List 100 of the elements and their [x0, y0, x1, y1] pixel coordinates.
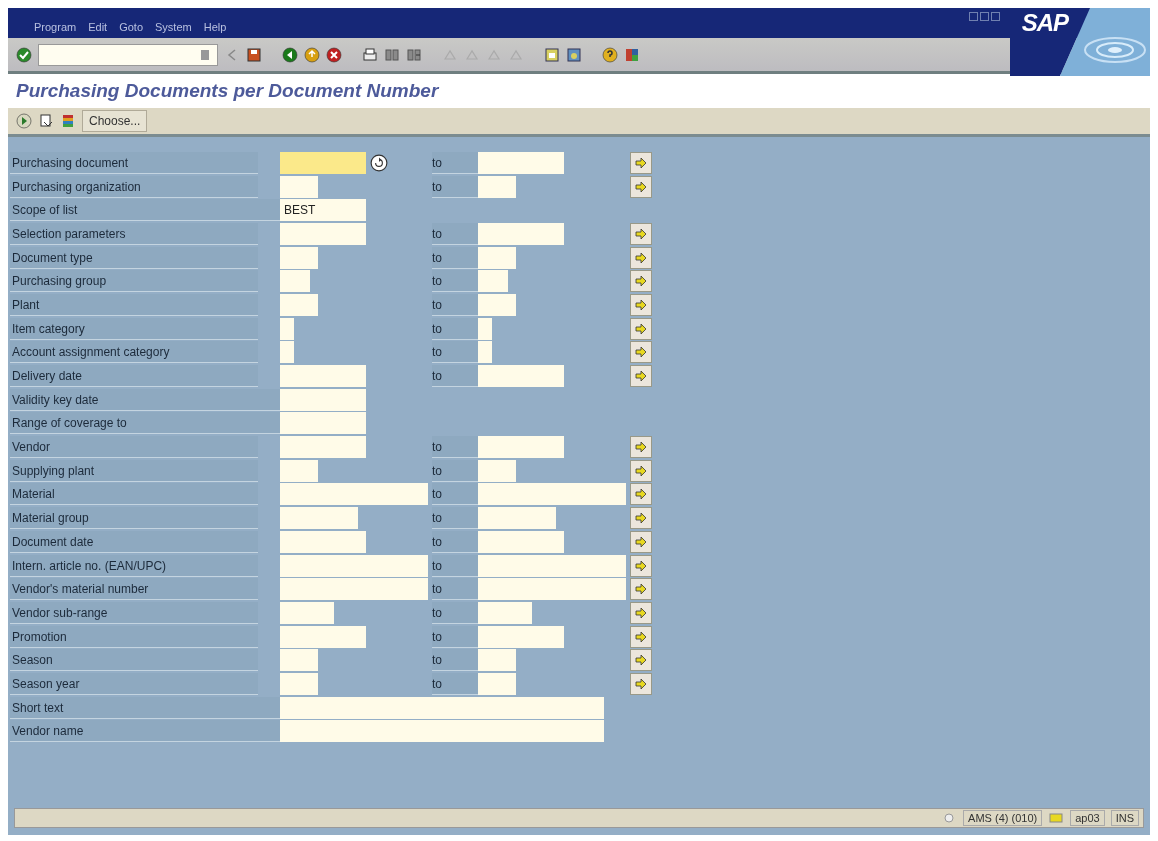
menu-item[interactable]: Edit [88, 21, 108, 33]
check-icon[interactable] [16, 46, 32, 63]
input-field[interactable] [280, 459, 318, 482]
help-icon[interactable] [602, 46, 618, 63]
input-field[interactable] [478, 601, 532, 624]
input-field[interactable] [478, 317, 492, 340]
menu-item[interactable]: Help [203, 21, 227, 33]
input-field[interactable] [478, 151, 564, 174]
menu-item[interactable]: System [155, 21, 192, 33]
input-field[interactable] [280, 388, 366, 411]
input-field[interactable] [280, 341, 294, 364]
input-field[interactable] [478, 365, 564, 388]
input-field[interactable] [478, 649, 516, 672]
input-field[interactable] [280, 246, 318, 269]
input-field[interactable] [478, 507, 556, 530]
menu-item[interactable]: Goto [119, 21, 143, 33]
input-field[interactable] [280, 507, 358, 530]
multiple-selection-button[interactable] [630, 554, 652, 577]
input-field[interactable] [280, 625, 366, 648]
input-field[interactable] [478, 436, 564, 459]
multiple-selection-button[interactable] [630, 601, 652, 624]
input-field[interactable] [280, 412, 366, 435]
variant-icon[interactable] [38, 113, 54, 129]
range-label: to [432, 672, 478, 695]
field-label: Short text [10, 696, 280, 719]
search-help-icon[interactable] [370, 153, 388, 172]
input-field[interactable] [478, 625, 564, 648]
range-label: to [432, 554, 478, 577]
input-field[interactable] [280, 672, 318, 695]
input-field[interactable] [280, 649, 318, 672]
field-label: Plant [10, 293, 258, 316]
multiple-selection-button[interactable] [630, 649, 652, 672]
execute-icon[interactable] [16, 113, 32, 129]
layout-icon[interactable] [624, 46, 640, 63]
input-field[interactable] [478, 554, 626, 577]
multiple-selection-button[interactable] [630, 151, 652, 174]
multiple-selection-button[interactable] [630, 341, 652, 364]
print-icon[interactable] [362, 46, 378, 63]
multiple-selection-button[interactable] [630, 578, 652, 601]
input-field[interactable] [280, 175, 318, 198]
input-field[interactable] [280, 554, 428, 577]
multiple-selection-button[interactable] [630, 317, 652, 340]
variants-list-icon[interactable] [60, 113, 76, 129]
multiple-selection-button[interactable] [630, 625, 652, 648]
range-label: to [432, 222, 478, 245]
input-field[interactable] [280, 436, 366, 459]
range-label: to [432, 246, 478, 269]
input-field[interactable] [478, 222, 564, 245]
menu-item[interactable]: Program [34, 21, 77, 33]
input-field[interactable] [478, 672, 516, 695]
minimize-icon[interactable] [969, 12, 978, 21]
input-field[interactable] [280, 151, 366, 174]
multiple-selection-button[interactable] [630, 175, 652, 198]
multiple-selection-button[interactable] [630, 507, 652, 530]
input-field[interactable] [280, 270, 310, 293]
range-label: to [432, 483, 478, 506]
input-field[interactable] [478, 293, 516, 316]
input-field[interactable] [280, 293, 318, 316]
multiple-selection-button[interactable] [630, 436, 652, 459]
input-field[interactable] [478, 270, 508, 293]
close-icon[interactable] [991, 12, 1000, 21]
input-field[interactable] [478, 530, 564, 553]
input-field[interactable] [478, 483, 626, 506]
input-field[interactable] [478, 459, 516, 482]
maximize-icon[interactable] [980, 12, 989, 21]
save-icon[interactable] [246, 46, 262, 63]
input-field[interactable] [280, 483, 428, 506]
multiple-selection-button[interactable] [630, 365, 652, 388]
command-field[interactable] [38, 43, 218, 66]
input-field[interactable] [280, 696, 604, 719]
input-field[interactable] [280, 720, 604, 743]
back-icon[interactable] [282, 46, 298, 63]
logo: SAP [1021, 9, 1068, 37]
system-info: AMS (4) (010) [963, 810, 1043, 826]
input-field[interactable] [280, 578, 428, 601]
input-field[interactable]: BEST [280, 199, 366, 222]
multiple-selection-button[interactable] [630, 246, 652, 269]
input-field[interactable] [280, 317, 294, 340]
multiple-selection-button[interactable] [630, 293, 652, 316]
field-label: Selection parameters [10, 222, 258, 245]
field-label: Range of coverage to [10, 412, 280, 435]
input-field[interactable] [280, 601, 334, 624]
range-label: to [432, 507, 478, 530]
multiple-selection-button[interactable] [630, 672, 652, 695]
input-field[interactable] [478, 246, 516, 269]
screen-title: Purchasing Documents per Document Number [16, 80, 439, 102]
input-field[interactable] [280, 530, 366, 553]
input-field[interactable] [478, 175, 516, 198]
input-field[interactable] [280, 365, 366, 388]
multiple-selection-button[interactable] [630, 222, 652, 245]
choose-button[interactable]: Choose... [82, 110, 148, 132]
multiple-selection-button[interactable] [630, 459, 652, 482]
multiple-selection-button[interactable] [630, 530, 652, 553]
multiple-selection-button[interactable] [630, 270, 652, 293]
input-field[interactable] [478, 341, 492, 364]
input-field[interactable] [280, 222, 366, 245]
cancel-icon[interactable] [326, 46, 342, 63]
input-field[interactable] [478, 578, 626, 601]
multiple-selection-button[interactable] [630, 483, 652, 506]
exit-icon[interactable] [304, 46, 320, 63]
